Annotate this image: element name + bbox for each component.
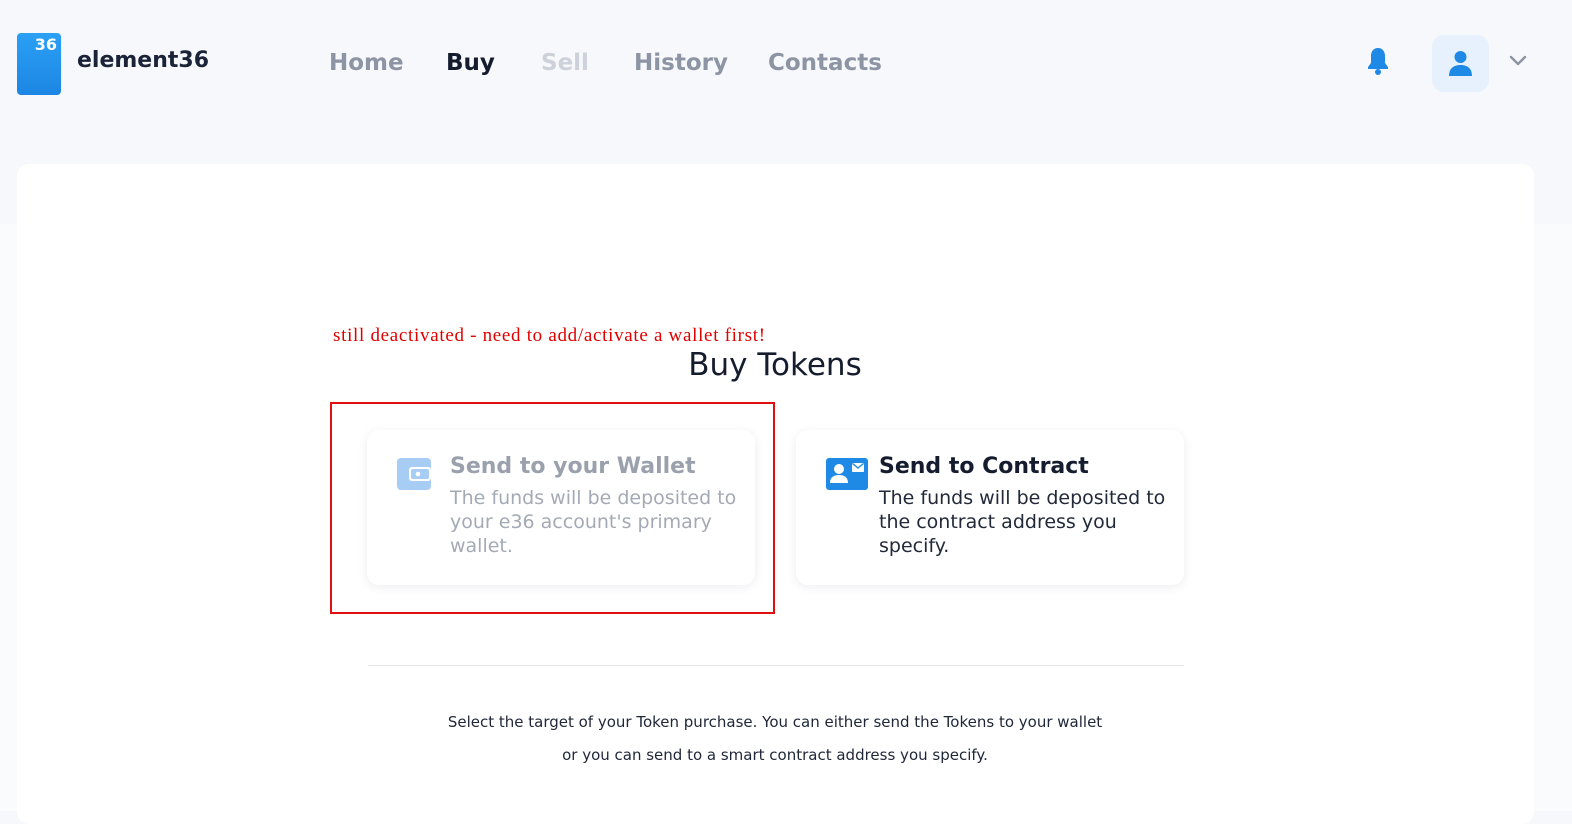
annotation-note: still deactivated - need to add/activate…	[333, 325, 766, 346]
annotation-highlight-box	[330, 402, 775, 614]
info-text-line-1: Select the target of your Token purchase…	[447, 713, 1103, 731]
brand-name[interactable]: element36	[77, 48, 209, 73]
nav-sell: Sell	[541, 50, 589, 76]
info-text-line-2: or you can send to a smart contract addr…	[562, 746, 988, 764]
brand-logo[interactable]: 36	[17, 33, 61, 95]
logo-number: 36	[34, 35, 57, 54]
nav-history[interactable]: History	[634, 50, 728, 76]
contact-card-icon	[826, 458, 868, 494]
nav-buy[interactable]: Buy	[446, 50, 495, 76]
divider	[368, 665, 1184, 666]
nav-home[interactable]: Home	[329, 50, 404, 76]
contract-option-title: Send to Contract	[879, 454, 1089, 479]
nav-contacts[interactable]: Contacts	[768, 50, 882, 76]
send-to-contract-option[interactable]: Send to Contract The funds will be depos…	[796, 430, 1184, 585]
account-button[interactable]	[1432, 35, 1489, 92]
bell-icon[interactable]	[1366, 46, 1390, 76]
chevron-down-icon[interactable]	[1508, 53, 1528, 69]
page-title: Buy Tokens	[688, 347, 862, 383]
user-icon	[1449, 51, 1472, 76]
contract-option-description: The funds will be deposited to the contr…	[879, 487, 1166, 557]
